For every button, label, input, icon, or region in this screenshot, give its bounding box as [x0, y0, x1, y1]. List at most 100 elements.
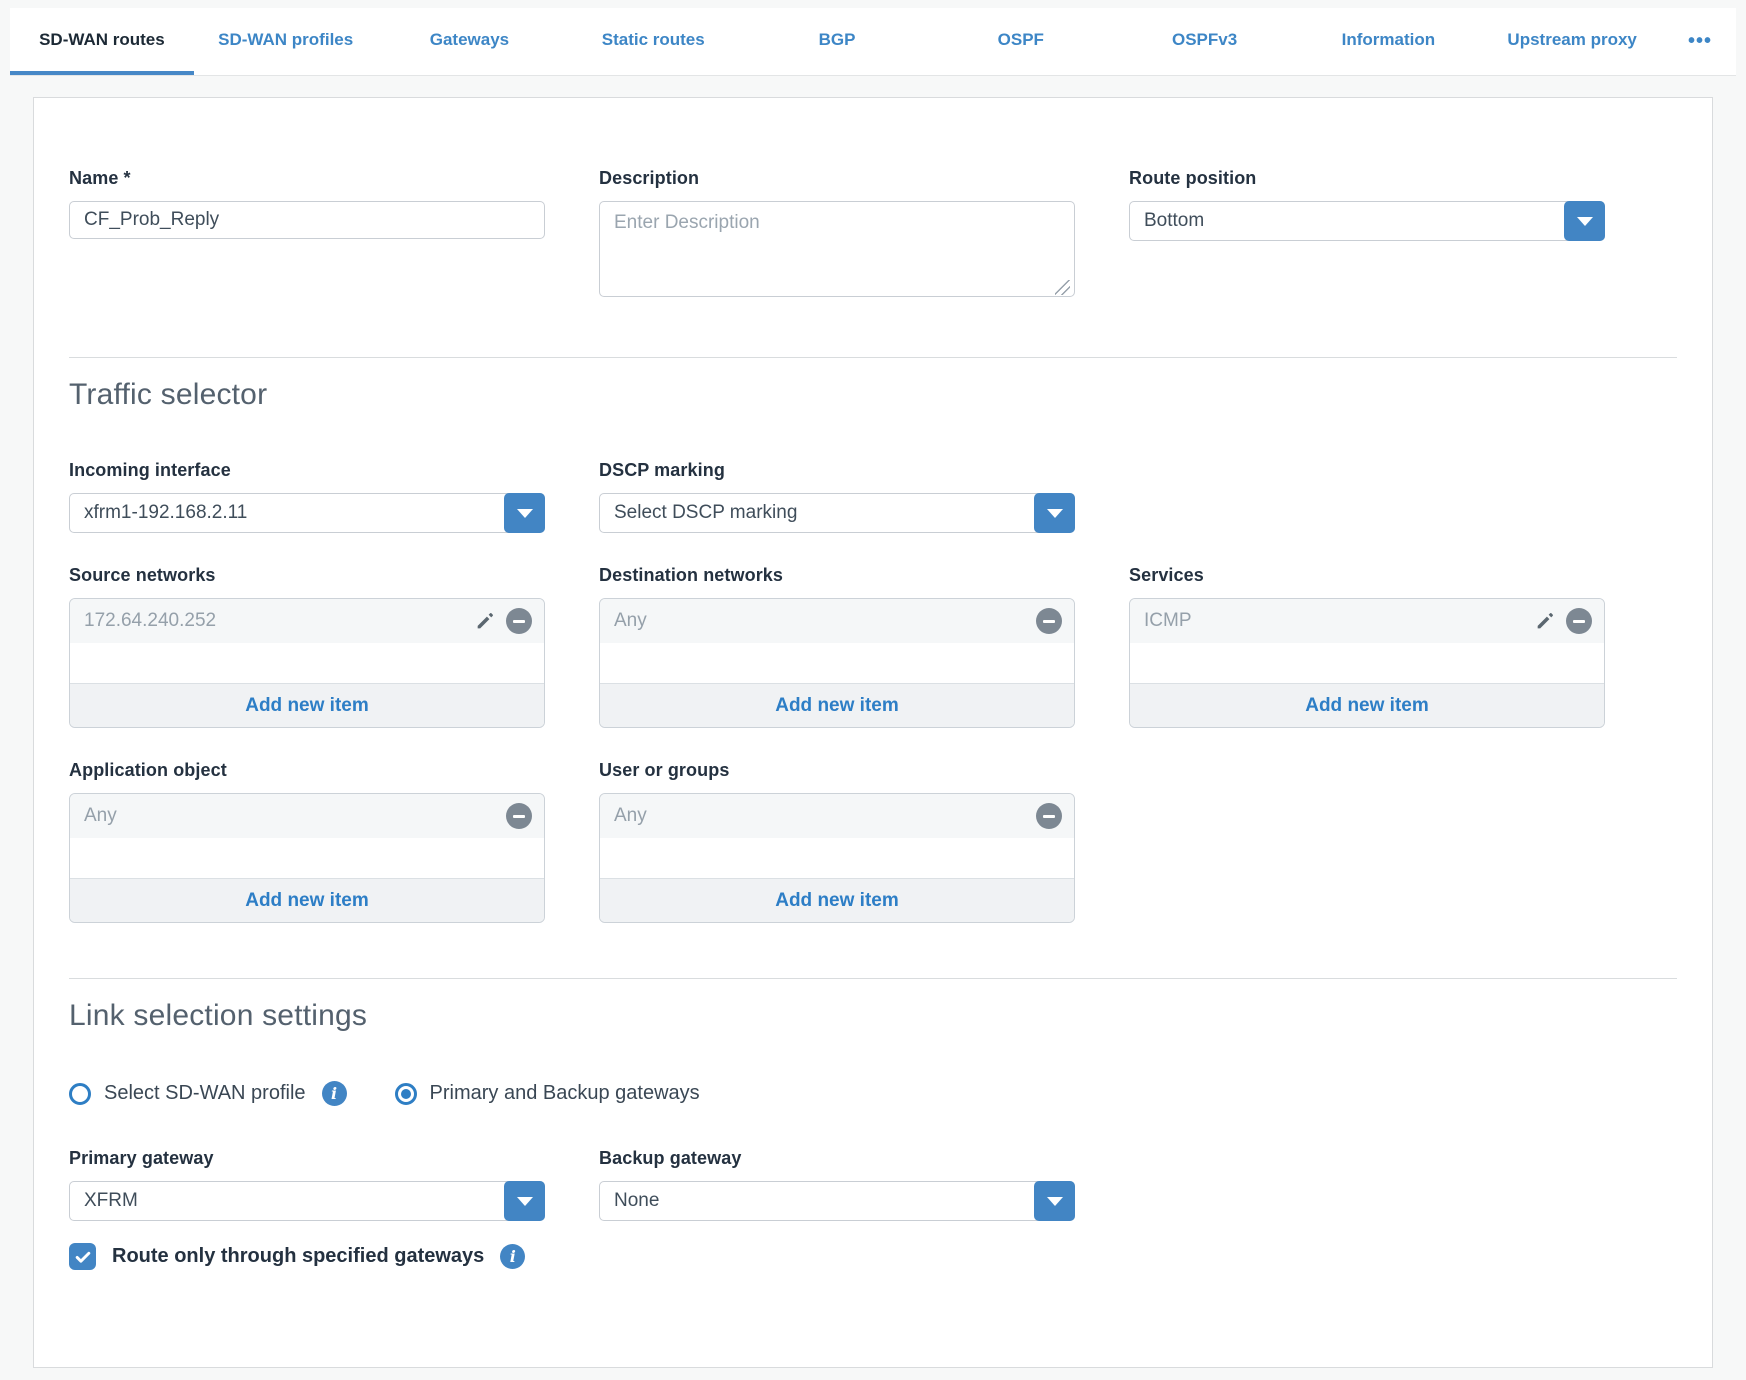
list-empty-area	[70, 643, 544, 683]
tab-upstream-proxy[interactable]: Upstream proxy	[1480, 8, 1664, 75]
add-new-item-button[interactable]: Add new item	[70, 878, 544, 922]
description-field-group: Description	[599, 168, 1075, 302]
info-icon[interactable]: i	[500, 1244, 525, 1269]
gateways-row: Primary gateway XFRM Backup gateway None	[69, 1148, 1677, 1221]
name-label: Name *	[69, 168, 545, 189]
list-item: 172.64.240.252	[70, 599, 544, 643]
destination-networks-field-group: Destination networks Any Add new item	[599, 565, 1075, 728]
description-textarea[interactable]	[599, 201, 1075, 297]
description-label: Description	[599, 168, 1075, 189]
add-new-item-button[interactable]: Add new item	[600, 878, 1074, 922]
tab-ospfv3[interactable]: OSPFv3	[1113, 8, 1297, 75]
triangle-glyph	[1047, 1197, 1063, 1206]
remove-icon[interactable]	[506, 803, 532, 829]
tab-ospf[interactable]: OSPF	[929, 8, 1113, 75]
application-object-label: Application object	[69, 760, 545, 781]
dscp-marking-label: DSCP marking	[599, 460, 1075, 481]
user-or-groups-field-group: User or groups Any Add new item	[599, 760, 1075, 923]
remove-icon[interactable]	[506, 608, 532, 634]
more-tabs-icon[interactable]: •••	[1664, 8, 1736, 75]
list-empty-area	[600, 643, 1074, 683]
incoming-interface-select[interactable]: xfrm1-192.168.2.11	[69, 493, 545, 533]
edit-icon[interactable]	[472, 608, 498, 634]
sdwan-route-form-card: Name * Description Route position Bottom…	[33, 97, 1713, 1368]
triangle-glyph	[1577, 217, 1593, 226]
add-new-item-button[interactable]: Add new item	[1130, 683, 1604, 727]
list-empty-area	[1130, 643, 1604, 683]
route-position-select[interactable]: Bottom	[1129, 201, 1605, 241]
triangle-glyph	[517, 1197, 533, 1206]
user-or-groups-label: User or groups	[599, 760, 1075, 781]
link-selection-heading: Link selection settings	[69, 999, 1677, 1033]
traffic-selector-heading: Traffic selector	[69, 378, 1677, 412]
section-divider	[69, 978, 1677, 979]
link-mode-radio-group: Select SD-WAN profile i Primary and Back…	[69, 1081, 1677, 1106]
name-field-group: Name *	[69, 168, 545, 239]
primary-gateway-select[interactable]: XFRM	[69, 1181, 545, 1221]
tab-static-routes[interactable]: Static routes	[561, 8, 745, 75]
top-tab-bar: SD-WAN routes SD-WAN profiles Gateways S…	[10, 8, 1736, 76]
radio-label: Primary and Backup gateways	[430, 1082, 700, 1105]
list-item-value: 172.64.240.252	[84, 610, 472, 632]
add-new-item-button[interactable]: Add new item	[70, 683, 544, 727]
list-item: ICMP	[1130, 599, 1604, 643]
chevron-down-icon[interactable]	[1564, 201, 1605, 241]
backup-gateway-select[interactable]: None	[599, 1181, 1075, 1221]
list-item-value: Any	[84, 805, 506, 827]
networks-services-row: Source networks 172.64.240.252 Add new i…	[69, 565, 1677, 728]
list-item-value: Any	[614, 805, 1036, 827]
checkbox-checked-icon[interactable]	[69, 1243, 96, 1270]
chevron-down-icon[interactable]	[504, 493, 545, 533]
tab-gateways[interactable]: Gateways	[378, 8, 562, 75]
general-fields-row: Name * Description Route position Bottom	[69, 168, 1677, 302]
chevron-down-icon[interactable]	[1034, 493, 1075, 533]
route-position-label: Route position	[1129, 168, 1605, 189]
triangle-glyph	[1047, 509, 1063, 518]
list-item: Any	[600, 794, 1074, 838]
chevron-down-icon[interactable]	[1034, 1181, 1075, 1221]
info-icon[interactable]: i	[322, 1081, 347, 1106]
primary-gateway-field-group: Primary gateway XFRM	[69, 1148, 545, 1221]
incoming-interface-value: xfrm1-192.168.2.11	[84, 502, 247, 524]
primary-gateway-label: Primary gateway	[69, 1148, 545, 1169]
list-item: Any	[70, 794, 544, 838]
services-list: ICMP Add new item	[1129, 598, 1605, 728]
incoming-interface-field-group: Incoming interface xfrm1-192.168.2.11	[69, 460, 545, 533]
triangle-glyph	[517, 509, 533, 518]
radio-primary-backup-gateways[interactable]: Primary and Backup gateways	[395, 1082, 700, 1105]
tab-sdwan-routes[interactable]: SD-WAN routes	[10, 8, 194, 75]
dscp-marking-field-group: DSCP marking Select DSCP marking	[599, 460, 1075, 533]
remove-icon[interactable]	[1566, 608, 1592, 634]
list-item-value: ICMP	[1144, 610, 1532, 632]
tab-sdwan-profiles[interactable]: SD-WAN profiles	[194, 8, 378, 75]
tab-bgp[interactable]: BGP	[745, 8, 929, 75]
add-new-item-button[interactable]: Add new item	[600, 683, 1074, 727]
traffic-selects-row: Incoming interface xfrm1-192.168.2.11 DS…	[69, 460, 1677, 533]
source-networks-list: 172.64.240.252 Add new item	[69, 598, 545, 728]
name-input[interactable]	[69, 201, 545, 239]
backup-gateway-label: Backup gateway	[599, 1148, 1075, 1169]
radio-checked-icon[interactable]	[395, 1083, 417, 1105]
incoming-interface-label: Incoming interface	[69, 460, 545, 481]
edit-icon[interactable]	[1532, 608, 1558, 634]
chevron-down-icon[interactable]	[504, 1181, 545, 1221]
dscp-marking-value: Select DSCP marking	[614, 502, 797, 524]
radio-unchecked-icon[interactable]	[69, 1083, 91, 1105]
section-divider	[69, 357, 1677, 358]
remove-icon[interactable]	[1036, 803, 1062, 829]
remove-icon[interactable]	[1036, 608, 1062, 634]
radio-select-sdwan-profile[interactable]: Select SD-WAN profile	[69, 1082, 306, 1105]
minus-glyph	[1043, 620, 1055, 623]
resize-handle-icon[interactable]	[1055, 280, 1070, 295]
application-object-field-group: Application object Any Add new item	[69, 760, 545, 923]
application-users-row: Application object Any Add new item User…	[69, 760, 1677, 923]
list-empty-area	[600, 838, 1074, 878]
destination-networks-label: Destination networks	[599, 565, 1075, 586]
tab-information[interactable]: Information	[1296, 8, 1480, 75]
dscp-marking-select[interactable]: Select DSCP marking	[599, 493, 1075, 533]
minus-glyph	[1573, 620, 1585, 623]
source-networks-field-group: Source networks 172.64.240.252 Add new i…	[69, 565, 545, 728]
backup-gateway-value: None	[614, 1190, 659, 1212]
route-only-checkbox-label: Route only through specified gateways	[112, 1245, 484, 1268]
route-position-value: Bottom	[1144, 210, 1204, 232]
